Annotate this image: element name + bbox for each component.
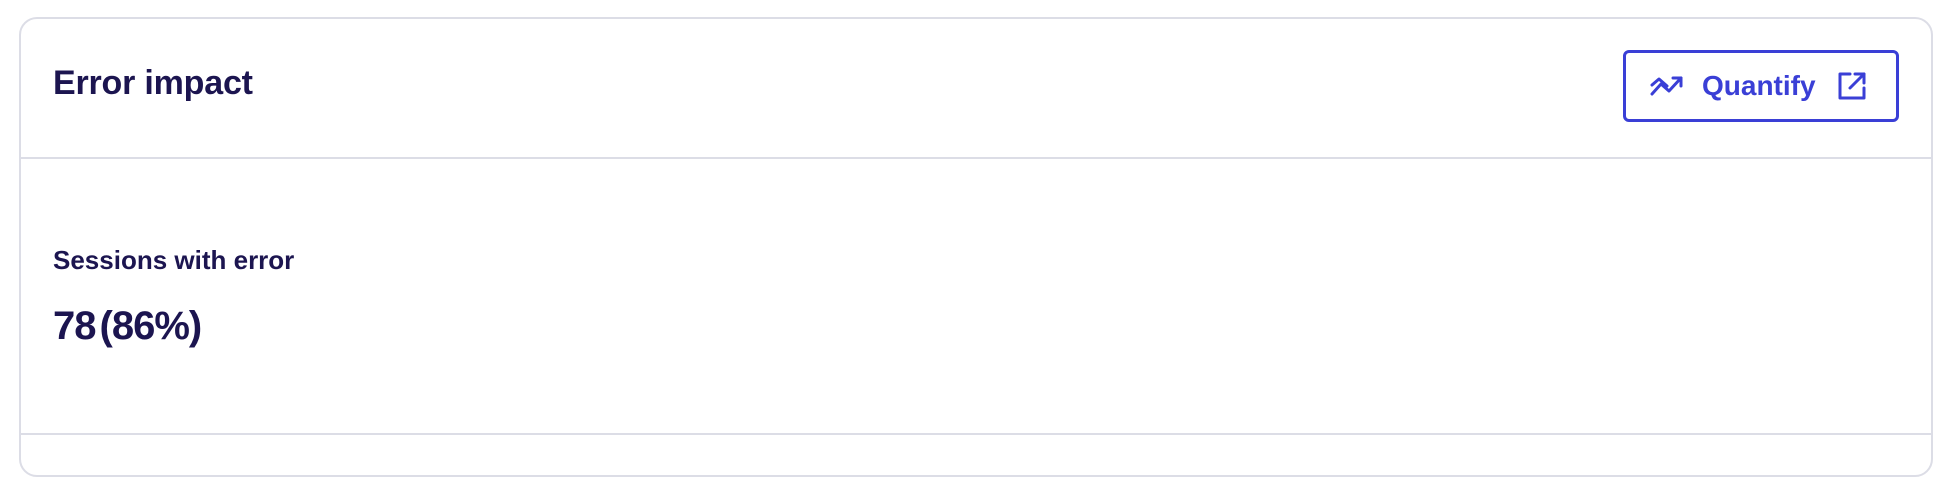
card-header: Error impact Quantify (21, 19, 1931, 159)
quantify-button[interactable]: Quantify (1623, 50, 1899, 122)
external-link-icon (1836, 70, 1868, 102)
sessions-count: 78 (53, 304, 96, 348)
sessions-percent: (86%) (99, 304, 203, 348)
sessions-with-error-label: Sessions with error (53, 245, 295, 275)
card-title: Error impact (53, 64, 253, 102)
card-body: Sessions with error 78 (86%) (21, 159, 1931, 435)
sessions-with-error-value: 78 (86%) (53, 304, 203, 349)
quantify-button-label: Quantify (1702, 70, 1816, 101)
error-impact-card: Error impact Quantify Sessions with erro… (19, 17, 1933, 477)
trend-chart-icon (1650, 74, 1684, 98)
